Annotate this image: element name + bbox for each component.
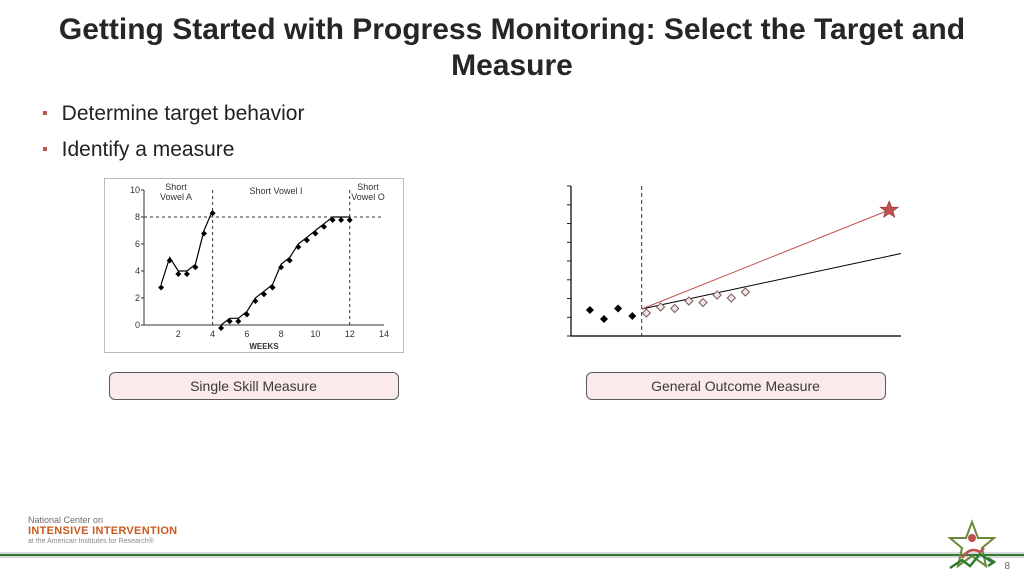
svg-text:8: 8	[278, 329, 283, 339]
slide: Getting Started with Progress Monitoring…	[0, 0, 1024, 576]
chart-column-left: 0 2 4 6 8 10 2 4 6 8	[104, 178, 404, 400]
page-number: 8	[1004, 561, 1010, 572]
logo-icon	[944, 518, 1000, 574]
caption-right: General Outcome Measure	[586, 372, 886, 400]
brand-block: National Center on INTENSIVE INTERVENTIO…	[28, 515, 177, 546]
svg-text:10: 10	[129, 185, 139, 195]
single-skill-chart: 0 2 4 6 8 10 2 4 6 8	[104, 178, 404, 358]
svg-text:Short: Short	[357, 182, 379, 192]
svg-text:6: 6	[134, 239, 139, 249]
svg-text:12: 12	[344, 329, 354, 339]
svg-text:Vowel A: Vowel A	[159, 192, 191, 202]
bullet-item: Identify a measure	[42, 132, 1024, 168]
bullet-list: Determine target behavior Identify a mea…	[0, 90, 1024, 168]
bullet-item: Determine target behavior	[42, 96, 1024, 132]
svg-text:2: 2	[134, 293, 139, 303]
svg-text:0: 0	[134, 320, 139, 330]
caption-left: Single Skill Measure	[109, 372, 399, 400]
svg-text:Vowel O: Vowel O	[351, 192, 385, 202]
chart-column-right: General Outcome Measure	[551, 178, 921, 400]
svg-text:Short: Short	[165, 182, 187, 192]
svg-text:Short Vowel I: Short Vowel I	[249, 186, 302, 196]
svg-text:4: 4	[134, 266, 139, 276]
bullet-text: Identify a measure	[62, 138, 235, 162]
general-outcome-chart	[551, 178, 921, 358]
svg-text:8: 8	[134, 212, 139, 222]
bullet-text: Determine target behavior	[62, 102, 305, 126]
x-axis-label: WEEKS	[249, 342, 279, 351]
charts-row: 0 2 4 6 8 10 2 4 6 8	[0, 168, 1024, 400]
svg-text:2: 2	[175, 329, 180, 339]
svg-text:14: 14	[378, 329, 388, 339]
slide-footer: National Center on INTENSIVE INTERVENTIO…	[0, 520, 1024, 576]
brand-line3: at the American Institutes for Research®	[28, 538, 177, 546]
brand-line1: National Center on	[28, 515, 177, 525]
slide-title: Getting Started with Progress Monitoring…	[0, 0, 1024, 90]
svg-text:10: 10	[310, 329, 320, 339]
brand-line2: INTENSIVE INTERVENTION	[28, 525, 177, 538]
footer-stripe	[0, 552, 1024, 558]
svg-text:6: 6	[244, 329, 249, 339]
svg-text:4: 4	[210, 329, 215, 339]
